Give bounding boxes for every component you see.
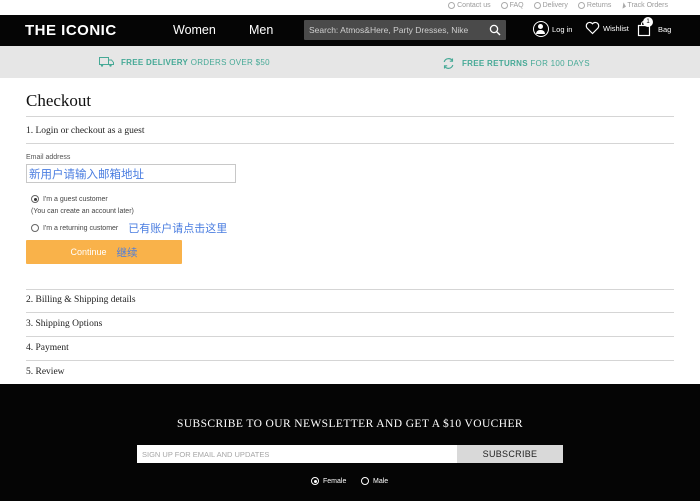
male-radio[interactable] — [361, 477, 369, 485]
divider — [26, 289, 674, 290]
email-label: Email address — [26, 154, 71, 161]
util-link-faq[interactable]: FAQ — [500, 2, 524, 9]
util-link-label: FAQ — [509, 2, 524, 9]
divider — [26, 336, 674, 337]
gender-male-option[interactable]: Male — [361, 477, 388, 485]
login-label: Log in — [552, 24, 573, 34]
login-button[interactable]: Log in — [533, 21, 572, 37]
utility-bar: Contact us FAQ Delivery Returns Track Or… — [0, 0, 700, 15]
gender-female-option[interactable]: Female — [311, 477, 346, 485]
footer: SUBSCRIBE TO OUR NEWSLETTER AND GET A $1… — [0, 384, 700, 501]
returning-annotation: 已有账户请点击这里 — [128, 222, 228, 235]
user-icon — [533, 21, 549, 37]
bag-icon-wrap: 1 — [637, 17, 653, 37]
question-icon — [500, 2, 508, 9]
subscribe-button[interactable]: SUBSCRIBE — [457, 445, 563, 463]
returning-option[interactable]: I'm a returning customer 已有账户请点击这里 — [31, 220, 227, 236]
bag-label: Bag — [658, 24, 672, 34]
util-link-label: Returns — [586, 2, 612, 9]
main-nav: THE ICONIC Women Men Log in Wishlist 1 B… — [0, 15, 700, 46]
util-link-label: Track Orders — [627, 2, 668, 9]
promo-returns[interactable]: FREE RETURNS FOR 100 DAYS — [442, 57, 590, 70]
promo-returns-bold: FREE RETURNS — [462, 59, 528, 68]
guest-option-label: I'm a guest customer — [43, 195, 108, 203]
heart-icon — [585, 21, 600, 35]
guest-option[interactable]: I'm a guest customer — [31, 195, 108, 203]
newsletter-email-input[interactable] — [137, 445, 457, 463]
divider — [26, 116, 674, 117]
step-shipping[interactable]: 3. Shipping Options — [26, 319, 102, 329]
continue-annotation: 继续 — [116, 246, 138, 259]
util-link-track[interactable]: Track Orders — [620, 2, 668, 9]
promo-delivery-bold: FREE DELIVERY — [121, 57, 189, 67]
step-login[interactable]: 1. Login or checkout as a guest — [26, 126, 144, 136]
clock-icon — [533, 2, 541, 9]
return-icon — [577, 2, 585, 9]
utility-links: Contact us FAQ Delivery Returns Track Or… — [448, 2, 668, 9]
wishlist-button[interactable]: Wishlist — [585, 21, 629, 35]
util-link-delivery[interactable]: Delivery — [533, 2, 568, 9]
divider — [26, 360, 674, 361]
util-link-label: Contact us — [457, 2, 491, 9]
female-radio[interactable] — [311, 477, 319, 485]
refresh-icon — [443, 58, 454, 69]
search-box — [304, 20, 506, 40]
guest-radio[interactable] — [31, 195, 39, 203]
nav-women[interactable]: Women — [173, 23, 216, 37]
promo-delivery-text: ORDERS OVER $50 — [190, 57, 270, 67]
truck-icon — [99, 57, 114, 67]
continue-button[interactable]: Continue 继续 — [26, 240, 182, 264]
step-review[interactable]: 5. Review — [26, 367, 65, 377]
divider — [26, 143, 674, 144]
util-link-contact[interactable]: Contact us — [448, 2, 491, 9]
male-label: Male — [373, 477, 389, 485]
page-title: Checkout — [26, 91, 92, 110]
guest-note: (You can create an account later) — [31, 208, 134, 215]
bag-count-badge: 1 — [643, 17, 653, 27]
arrow-icon — [620, 2, 627, 9]
newsletter-title: SUBSCRIBE TO OUR NEWSLETTER AND GET A $1… — [177, 418, 523, 430]
step-billing[interactable]: 2. Billing & Shipping details — [26, 295, 136, 305]
continue-label: Continue — [70, 247, 107, 257]
nav-men[interactable]: Men — [249, 23, 273, 37]
search-input[interactable] — [304, 20, 484, 40]
promo-bar: FREE DELIVERY ORDERS OVER $50 FREE RETUR… — [0, 46, 700, 78]
promo-returns-text: FOR 100 DAYS — [530, 59, 590, 68]
returning-radio[interactable] — [31, 224, 39, 232]
util-link-returns[interactable]: Returns — [577, 2, 612, 9]
site-logo[interactable]: THE ICONIC — [25, 22, 117, 39]
returning-option-label: I'm a returning customer — [43, 224, 119, 232]
wishlist-label: Wishlist — [603, 23, 629, 33]
search-icon[interactable] — [489, 24, 501, 36]
female-label: Female — [323, 477, 347, 485]
email-field[interactable] — [26, 164, 236, 183]
bag-button[interactable]: 1 Bag — [637, 17, 672, 37]
headset-icon — [448, 2, 456, 9]
util-link-label: Delivery — [542, 2, 568, 9]
promo-delivery[interactable]: FREE DELIVERY ORDERS OVER $50 — [99, 57, 270, 67]
step-payment[interactable]: 4. Payment — [26, 343, 69, 353]
divider — [26, 312, 674, 313]
